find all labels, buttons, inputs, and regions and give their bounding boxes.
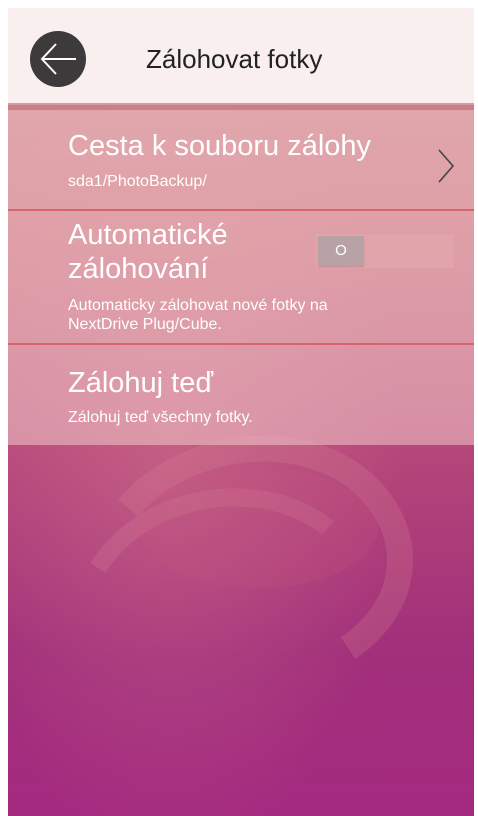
auto-backup-title-line1: Automatické [68,219,228,251]
app-header: Zálohovat fotky [8,8,474,105]
back-button[interactable] [30,31,86,87]
backup-path-value: sda1/PhotoBackup/ [68,173,207,190]
backup-now-title: Zálohuj teď [68,367,214,399]
backup-now-description: Zálohuj teď všechny fotky. [68,409,253,426]
page-title: Zálohovat fotky [146,44,323,74]
toggle-knob: O [318,236,364,266]
backup-path-title: Cesta k souboru zálohy [68,130,372,162]
auto-backup-description-line1: Automaticky zálohovat nové fotky na [68,297,328,314]
chevron-right-icon[interactable] [436,146,456,186]
auto-backup-description-line2: NextDrive Plug/Cube. [68,316,222,333]
auto-backup-title-line2: zálohování [68,253,209,285]
auto-backup-toggle[interactable]: O [316,234,454,268]
app-screen: Zálohovat fotky Cesta k souboru zálohy s… [8,8,474,816]
arrow-left-icon [40,43,76,75]
